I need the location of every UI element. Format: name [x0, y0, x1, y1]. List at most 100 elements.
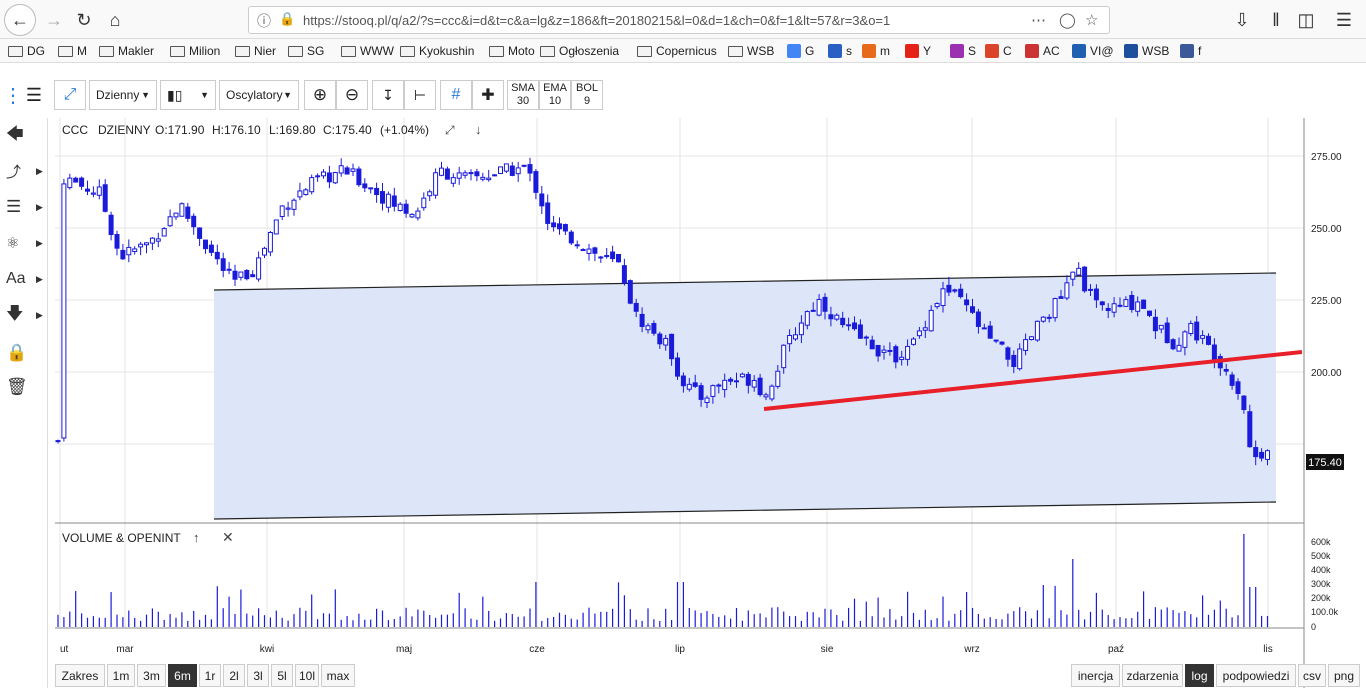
close-icon[interactable]: ✕ — [222, 529, 234, 545]
candle-body — [114, 234, 120, 249]
indicator-sma[interactable]: SMA 30 — [507, 80, 539, 110]
home-button[interactable]: ⌂ — [101, 6, 129, 34]
bookmark-1[interactable]: M — [58, 43, 87, 59]
option-podpowiedzi[interactable]: podpowiedzi — [1216, 664, 1296, 687]
chart-low: L:169.80 — [269, 123, 316, 137]
range-3m[interactable]: 3m — [137, 664, 166, 687]
bookmark-2[interactable]: Makler — [99, 43, 154, 59]
page-actions-icon[interactable]: ⋯ — [1031, 11, 1046, 29]
indicator-bol[interactable]: BOL 9 — [571, 80, 603, 110]
chart-svg[interactable]: 275.00 250.00 225.00 200.00 600k 500k 400k 300… — [55, 118, 1362, 688]
reload-button[interactable]: ↻ — [70, 6, 98, 34]
delete-tool[interactable]: 🗑 — [0, 374, 48, 400]
bookmark-5[interactable]: SG — [288, 43, 324, 59]
hamburger-menu-icon[interactable]: ☰ — [20, 80, 48, 110]
option-csv[interactable]: csv — [1298, 664, 1326, 687]
bookmark-label: Nier — [254, 44, 277, 58]
bookmark-7[interactable]: Kyokushin — [400, 43, 474, 59]
crosshair-button[interactable]: ✚ — [472, 80, 504, 110]
chart-toolbar: ⋮ ☰ ⤢ Dzienny ▼ ▮▯ ▼ Oscylatory ▼ ⊕ ⊖ ↧ ⊢ #… — [0, 76, 1366, 114]
url-text[interactable]: https://stooq.pl/q/a2/?s=ccc&i=d&t=c&a=l… — [303, 13, 890, 28]
candle-body — [374, 187, 380, 196]
bookmark-0[interactable]: DG — [8, 43, 45, 59]
dots-menu-icon[interactable]: ⋮ — [3, 80, 23, 110]
url-bar[interactable]: ⓘ 🔒 https://stooq.pl/q/a2/?s=ccc&i=d&t=c… — [248, 6, 1110, 34]
range-6m[interactable]: 6m — [168, 664, 197, 687]
bookmark-17[interactable]: C — [985, 43, 1012, 59]
option-log[interactable]: log — [1185, 664, 1214, 687]
candle-body — [916, 330, 922, 337]
bookmark-10[interactable]: Copernicus — [637, 43, 717, 59]
fit-y-button[interactable]: ↧ — [372, 80, 404, 110]
indicator-ema[interactable]: EMA 10 — [539, 80, 571, 110]
bookmark-19[interactable]: VI@ — [1072, 43, 1114, 59]
candle-body — [391, 195, 397, 207]
interval-select[interactable]: Dzienny ▼ — [89, 80, 157, 110]
arrow-up-icon[interactable]: ↑ — [193, 530, 200, 545]
bookmark-4[interactable]: Nier — [235, 43, 276, 59]
library-button[interactable]: ‖ — [1262, 6, 1290, 34]
back-arrow-tool[interactable]: 🡄 — [0, 122, 48, 148]
back-button[interactable]: ← — [4, 4, 36, 36]
info-icon[interactable]: ⓘ — [257, 11, 271, 31]
lock-tool[interactable]: 🔒 — [0, 340, 48, 366]
candle-body — [787, 334, 793, 345]
bookmark-9[interactable]: Ogłoszenia — [540, 43, 619, 59]
candle-body — [515, 167, 521, 175]
option-zdarzenia[interactable]: zdarzenia — [1122, 664, 1183, 687]
range-10l[interactable]: 10l — [295, 664, 319, 687]
range-2l[interactable]: 2l — [223, 664, 245, 687]
price-tick-label: 225.00 — [1311, 296, 1342, 307]
fullscreen-small-icon[interactable]: ⤢ — [444, 123, 455, 137]
option-inercja[interactable]: inercja — [1071, 664, 1120, 687]
candle-body — [1241, 395, 1247, 411]
pocket-icon[interactable]: ◯ — [1059, 11, 1076, 29]
downloads-button[interactable]: ⇩ — [1228, 6, 1256, 34]
fibonacci-tool[interactable]: ⚛ ▶ — [0, 230, 48, 256]
forward-button[interactable]: → — [40, 6, 68, 34]
candle-body — [256, 257, 262, 280]
candle-body — [834, 314, 840, 320]
bookmark-20[interactable]: WSB — [1124, 43, 1169, 59]
bookmark-21[interactable]: f — [1180, 43, 1201, 59]
candle-body — [509, 165, 515, 176]
horizontal-lines-tool[interactable]: ☰ ▶ — [0, 194, 48, 220]
bookmark-13[interactable]: s — [828, 43, 852, 59]
zoom-in-button[interactable]: ⊕ — [304, 80, 336, 110]
range-max[interactable]: max — [321, 664, 355, 687]
text-tool[interactable]: Aa ▶ — [0, 266, 48, 292]
sidebar-button[interactable]: ◫ — [1292, 6, 1320, 34]
range-1r[interactable]: 1r — [199, 664, 221, 687]
bookmark-14[interactable]: m — [862, 43, 890, 59]
chevron-right-icon: ▶ — [36, 273, 43, 284]
range-1m[interactable]: 1m — [107, 664, 135, 687]
bookmark-18[interactable]: AC — [1025, 43, 1060, 59]
bookmark-label: Makler — [118, 44, 155, 58]
menu-button[interactable]: ☰ — [1330, 6, 1358, 34]
bookmark-3[interactable]: Milion — [170, 43, 220, 59]
range-5l[interactable]: 5l — [271, 664, 293, 687]
candle-body — [934, 303, 940, 308]
bookmark-11[interactable]: WSB — [728, 43, 774, 59]
oscillators-select[interactable]: Oscylatory ▼ — [219, 80, 299, 110]
candle-body — [185, 206, 191, 219]
option-png[interactable]: png — [1328, 664, 1360, 687]
bookmark-12[interactable]: G — [787, 43, 814, 59]
arrow-down-icon[interactable]: ↓ — [475, 122, 482, 137]
marker-tool[interactable]: 🡇 ▶ — [0, 302, 48, 328]
zoom-out-button[interactable]: ⊖ — [336, 80, 368, 110]
chart-type-select[interactable]: ▮▯ ▼ — [160, 80, 216, 110]
candle-body — [621, 265, 627, 284]
bookmark-16[interactable]: S — [950, 43, 976, 59]
grid-button[interactable]: # — [440, 80, 472, 110]
bookmark-8[interactable]: Moto — [489, 43, 535, 59]
bookmark-15[interactable]: Y — [905, 43, 931, 59]
bookmark-6[interactable]: WWW — [341, 43, 394, 59]
fullscreen-button[interactable]: ⤢ — [54, 80, 86, 110]
trendline-tool[interactable]: ⤴ ▶ — [0, 158, 48, 184]
time-tick-label: kwi — [260, 644, 274, 655]
bookmark-star-icon[interactable]: ☆ — [1085, 11, 1098, 29]
chart-area[interactable]: 275.00 250.00 225.00 200.00 600k 500k 400k 300… — [55, 118, 1362, 688]
range-3l[interactable]: 3l — [247, 664, 269, 687]
align-right-button[interactable]: ⊢ — [404, 80, 436, 110]
